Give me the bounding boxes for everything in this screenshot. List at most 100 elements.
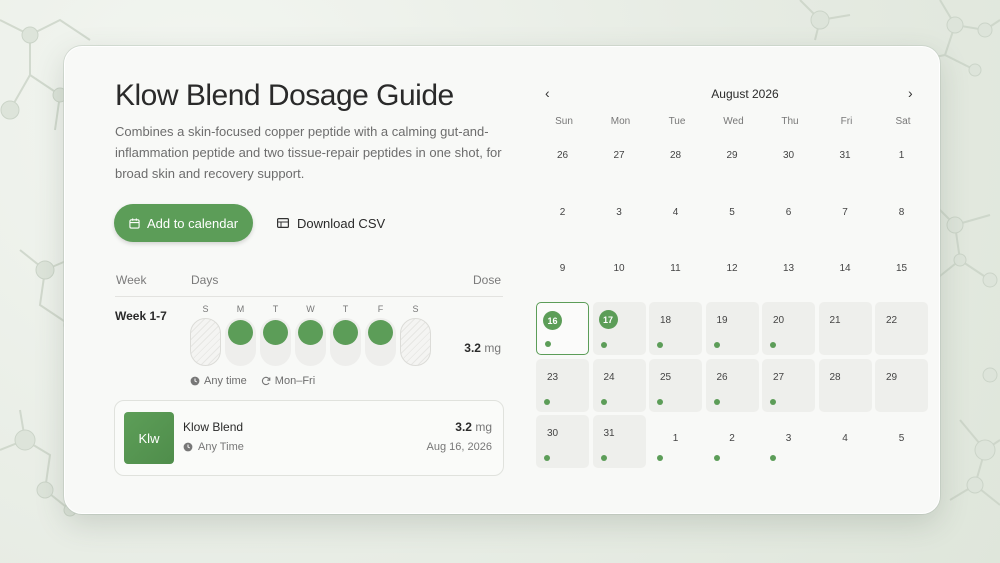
calendar-day[interactable]: 11: [649, 245, 702, 298]
calendar-day[interactable]: 21: [818, 302, 872, 356]
calendar-day[interactable]: 6: [762, 189, 815, 242]
calendar-day-number: 15: [895, 263, 908, 275]
download-csv-button[interactable]: Download CSV: [277, 204, 385, 242]
calendar-day[interactable]: 18: [649, 302, 702, 356]
calendar-icon: [129, 217, 140, 229]
calendar-day-today[interactable]: 16: [536, 302, 589, 356]
dose-day-cell: [260, 318, 291, 366]
calendar-day[interactable]: 25: [649, 358, 702, 412]
calendar-day[interactable]: 2: [706, 415, 759, 468]
dose-indicator-dot: [770, 455, 776, 462]
calendar-day[interactable]: 14: [819, 245, 872, 298]
calendar-day-number: 29: [886, 371, 898, 383]
calendar-day-number: 31: [603, 428, 615, 440]
calendar-day[interactable]: 27: [593, 132, 646, 185]
calendar-day[interactable]: 12: [706, 245, 759, 298]
calendar-day-number: 20: [773, 315, 785, 327]
calendar-day[interactable]: 29: [875, 358, 928, 412]
dose-column-header: Dose: [472, 273, 501, 287]
weekday-dose-row: SMTWTFS: [190, 304, 431, 366]
dose-indicator-dot: [600, 455, 607, 462]
calendar-day[interactable]: 4: [819, 415, 872, 468]
dose-indicator-dot: [600, 342, 607, 349]
dose-indicator-dot: [657, 398, 663, 405]
table-icon: [277, 218, 289, 228]
next-month-button[interactable]: ›: [908, 85, 913, 101]
dose-indicator-dot: [544, 455, 550, 462]
calendar-day-number: 23: [547, 371, 559, 383]
calendar-day[interactable]: 30: [536, 415, 589, 469]
weekday-column: T: [330, 304, 361, 366]
dose-indicator-dot: [713, 398, 720, 405]
dosage-guide-card: Klow Blend Dosage Guide Combines a skin-…: [64, 46, 940, 514]
week-column-header: Week: [116, 273, 147, 287]
time-label: Any time: [204, 375, 247, 387]
calendar-day-number: 4: [842, 433, 848, 445]
calendar-day[interactable]: 5: [706, 189, 759, 242]
dose-indicator-dot: [657, 455, 663, 462]
calendar-day[interactable]: 8: [875, 189, 928, 242]
weekday-letter: M: [236, 304, 245, 314]
add-to-calendar-button[interactable]: Add to calendar: [114, 204, 253, 242]
rest-day-cell: [400, 318, 431, 366]
calendar-day[interactable]: 26: [536, 132, 589, 185]
calendar-day[interactable]: 19: [705, 302, 759, 356]
calendar-day-number: 27: [613, 150, 625, 161]
calendar-day[interactable]: 2: [536, 189, 589, 242]
calendar-day[interactable]: 28: [818, 358, 872, 412]
calendar-day[interactable]: 9: [536, 245, 589, 298]
dose-indicator-dot: [600, 398, 607, 405]
calendar-day[interactable]: 1: [649, 415, 702, 468]
calendar-day[interactable]: 17: [592, 302, 646, 356]
calendar-day[interactable]: 30: [762, 132, 815, 185]
calendar-day-number: 19: [716, 315, 728, 327]
weekday-header: Thu: [781, 116, 799, 127]
weekday-letter: T: [272, 304, 279, 314]
calendar-day-number: 22: [886, 315, 898, 327]
calendar-day-number: 13: [782, 263, 795, 275]
time-info: Any time: [190, 375, 247, 387]
calendar-day-number: 26: [556, 150, 569, 161]
calendar-day[interactable]: 7: [819, 189, 872, 242]
calendar-day[interactable]: 26: [705, 358, 759, 412]
summary-dose-unit: mg: [475, 420, 492, 434]
dose-day-cell: [225, 318, 256, 366]
calendar-day[interactable]: 13: [762, 245, 815, 298]
dose-day-cell: [365, 318, 396, 366]
weekday-column: M: [225, 304, 256, 366]
schedule-table-header: Week Days Dose: [115, 273, 503, 297]
calendar-day[interactable]: 3: [762, 415, 815, 468]
clock-icon: [183, 442, 193, 452]
calendar-day[interactable]: 29: [706, 132, 759, 185]
calendar-day-number: 18: [660, 315, 672, 327]
calendar-month-label: August 2026: [711, 87, 779, 101]
calendar-day-number: 10: [613, 263, 625, 275]
calendar-day[interactable]: 20: [762, 302, 815, 356]
previous-month-button[interactable]: ‹: [545, 85, 550, 101]
calendar-day-number: 6: [785, 206, 792, 218]
weekday-letter: S: [202, 304, 209, 314]
calendar-day[interactable]: 4: [649, 189, 702, 242]
calendar-day[interactable]: 3: [593, 189, 646, 242]
calendar-day-number: 1: [672, 433, 679, 445]
weekday-column: F: [365, 304, 396, 366]
calendar-day[interactable]: 27: [762, 358, 815, 412]
dose-unit: mg: [484, 341, 501, 355]
dose-indicator-dot: [770, 342, 776, 349]
calendar-day[interactable]: 22: [875, 302, 928, 356]
calendar-day[interactable]: 24: [592, 358, 646, 412]
calendar-day[interactable]: 23: [536, 358, 589, 412]
summary-dose-value: 3.2: [455, 420, 472, 434]
calendar-grid: 26 27 28 29 30 31 1 2 3 4 5 6 7 8 9 10 11 12 13 14 15 16 17 18 1…: [536, 132, 928, 469]
dose-day-marker: [333, 320, 358, 345]
calendar-day[interactable]: 31: [819, 132, 872, 185]
calendar-day[interactable]: 10: [593, 245, 646, 298]
calendar-day[interactable]: 1: [875, 132, 928, 185]
dose-indicator-dot: [713, 455, 720, 462]
calendar-day[interactable]: 28: [649, 132, 702, 185]
calendar-day-number: 9: [559, 263, 566, 275]
calendar-day[interactable]: 15: [875, 245, 928, 298]
calendar-day[interactable]: 5: [875, 415, 928, 468]
calendar-day[interactable]: 31: [592, 415, 646, 469]
dose-summary-card[interactable]: Klw Klow Blend Any Time 3.2 mg Aug 16, 2…: [114, 400, 504, 476]
